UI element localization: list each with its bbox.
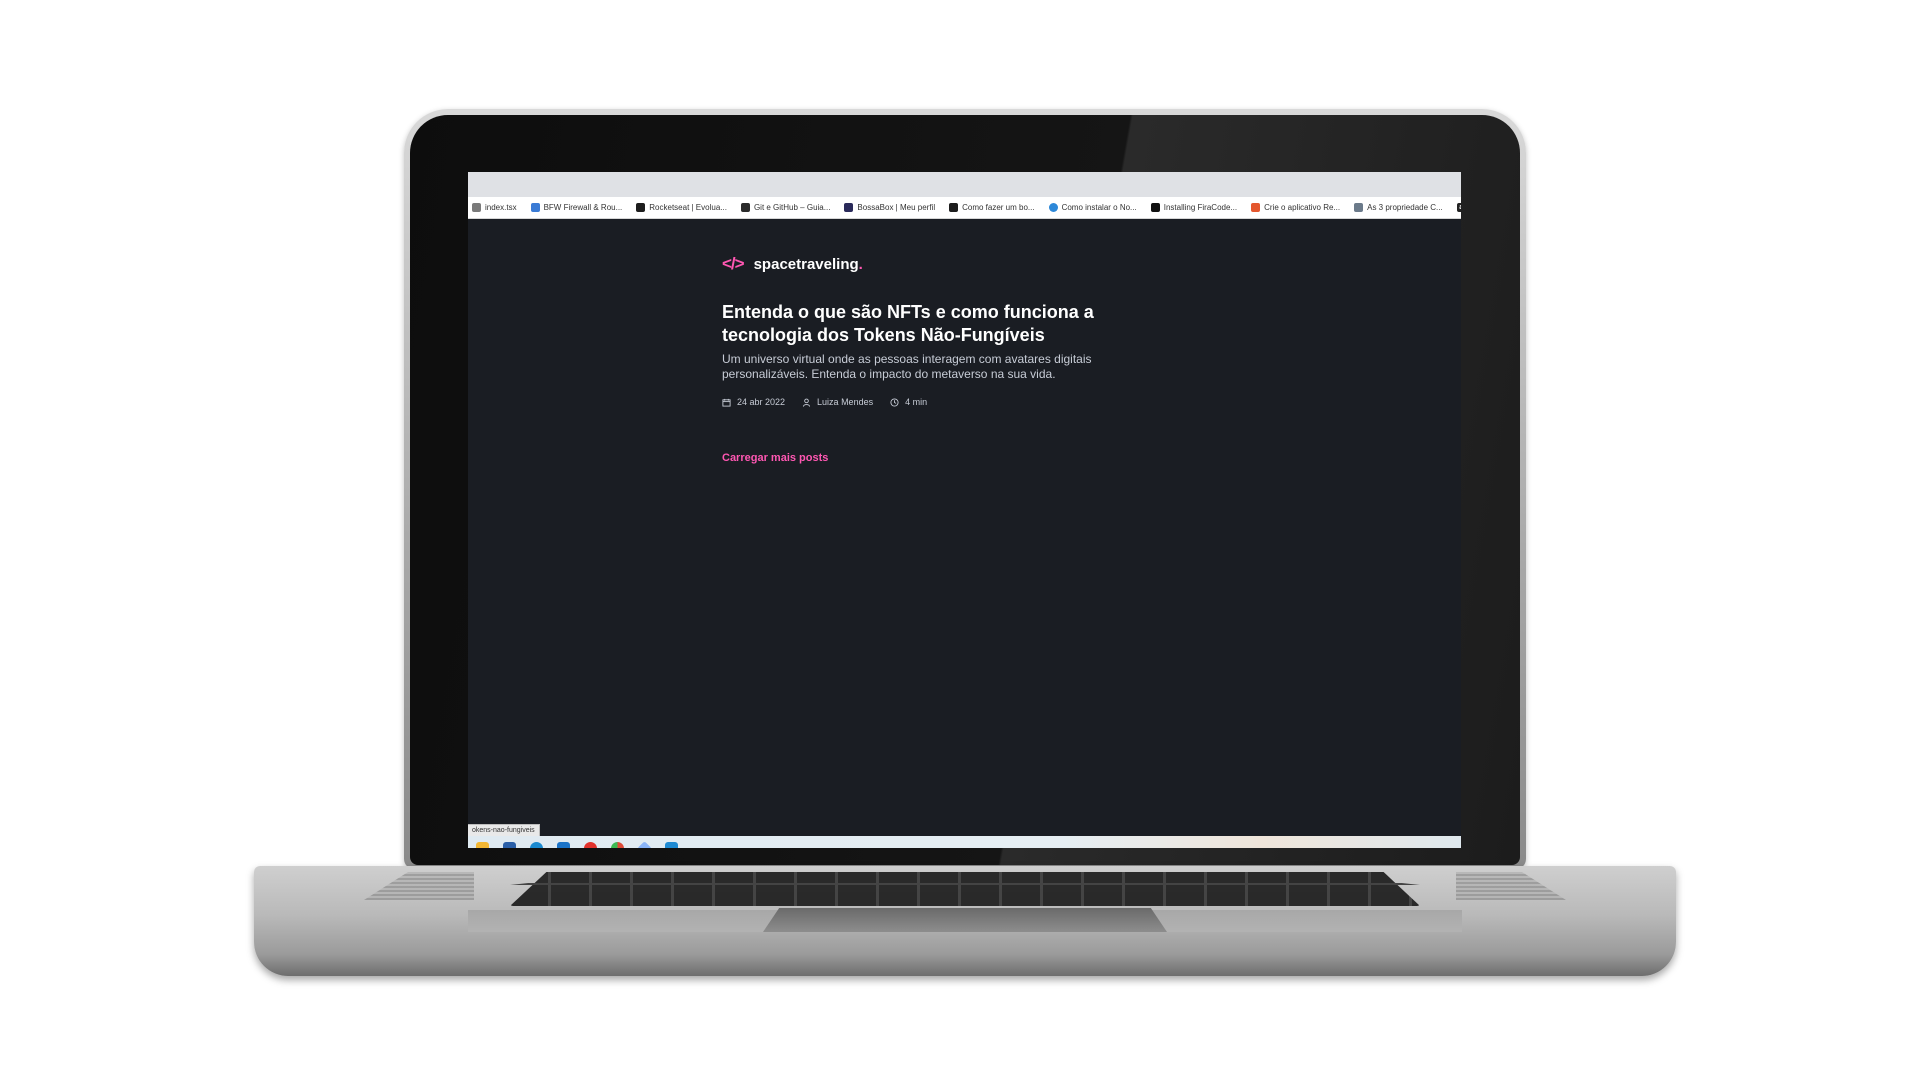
bookmarks-bar: index.tsx BFW Firewall & Rou... Rocketse… — [468, 197, 1461, 219]
chrome-icon[interactable] — [611, 841, 624, 848]
clock-icon — [890, 397, 899, 407]
bird-icon — [530, 203, 540, 212]
browser-title-bar — [468, 172, 1461, 197]
bookmark-overflow-icon: a — [1456, 203, 1461, 212]
keyboard — [510, 872, 1420, 906]
laptop-base — [254, 866, 1676, 976]
code-icon — [740, 203, 750, 212]
laptop-screen: index.tsx BFW Firewall & Rou... Rocketse… — [468, 172, 1461, 848]
git-app-icon[interactable] — [637, 840, 652, 848]
logo-dot: . — [858, 255, 863, 273]
post-card[interactable]: Entenda o que são NFTs e como funciona a… — [722, 301, 1142, 407]
bookmark-label: Crie o aplicativo Re... — [1264, 203, 1341, 212]
post-title[interactable]: Entenda o que são NFTs e como funciona a… — [722, 301, 1142, 347]
bookmark-overflow[interactable]: a — [1456, 203, 1461, 212]
bookmark-item[interactable]: Git e GitHub – Guia... — [740, 203, 831, 212]
bookmark-item[interactable]: BFW Firewall & Rou... — [530, 203, 623, 212]
bookmark-item[interactable]: Como instalar o No... — [1048, 203, 1137, 212]
bookmark-item[interactable]: As 3 propriedade C... — [1354, 203, 1443, 212]
trackpad — [763, 908, 1167, 932]
bookmark-item[interactable]: Como fazer um bo... — [949, 203, 1035, 212]
post-date-text: 24 abr 2022 — [737, 397, 786, 407]
load-more-button[interactable]: Carregar mais posts — [722, 452, 828, 464]
rocketseat-icon — [636, 203, 646, 212]
bookmark-item[interactable]: index.tsx — [472, 203, 517, 212]
logo-text: spacetraveling — [753, 255, 859, 273]
orange-c-icon — [1251, 203, 1261, 212]
post-author: Luiza Mendes — [802, 397, 873, 407]
bookmark-item[interactable]: BossaBox | Meu perfil — [844, 203, 935, 212]
bookmark-label: Installing FiraCode... — [1163, 203, 1238, 212]
site-logo[interactable]: </> spacetraveling . — [722, 254, 1142, 274]
post-reading-time-text: 4 min — [905, 397, 928, 407]
post-meta: 24 abr 2022 Luiza Mendes 4 min — [722, 397, 1142, 407]
refresh-icon — [1048, 203, 1058, 212]
vscode-icon[interactable] — [665, 841, 678, 848]
bookmark-label: Git e GitHub – Guia... — [753, 203, 831, 212]
red-app-icon[interactable] — [584, 841, 597, 848]
bookmark-label: Como fazer um bo... — [962, 203, 1035, 212]
bookmark-item[interactable]: Crie o aplicativo Re... — [1251, 203, 1340, 212]
bookmark-label: As 3 propriedade C... — [1367, 203, 1443, 212]
web-page: </> spacetraveling . Entenda o que são N… — [468, 220, 1461, 832]
bossabox-icon — [844, 203, 854, 212]
code-brackets-icon: </> — [722, 254, 745, 273]
bookmark-item[interactable]: Rocketseat | Evolua... — [636, 203, 727, 212]
post-reading-time: 4 min — [890, 397, 927, 407]
user-icon — [802, 398, 811, 407]
taskbar — [468, 836, 1461, 848]
mail-icon[interactable] — [557, 841, 570, 848]
bookmark-label: Rocketseat | Evolua... — [649, 203, 727, 212]
image-icon — [1354, 203, 1364, 212]
bookmark-item[interactable]: Installing FiraCode... — [1150, 203, 1238, 212]
bookmark-label: Como instalar o No... — [1061, 203, 1137, 212]
speaker-grille-right — [1456, 872, 1566, 900]
bookmark-label: index.tsx — [485, 203, 517, 212]
edge-icon[interactable] — [530, 841, 543, 848]
post-author-text: Luiza Mendes — [817, 397, 874, 407]
keyboard-row-divider — [510, 883, 1420, 885]
rocketseat-icon — [949, 203, 959, 212]
store-icon[interactable] — [503, 841, 516, 848]
post-date: 24 abr 2022 — [722, 397, 785, 407]
bookmark-label: BFW Firewall & Rou... — [543, 203, 623, 212]
speaker-grille-left — [364, 872, 474, 900]
file-explorer-icon[interactable] — [476, 841, 489, 848]
dev-icon — [1150, 203, 1160, 212]
post-subtitle: Um universo virtual onde as pessoas inte… — [722, 352, 1092, 381]
calendar-icon — [722, 398, 731, 407]
post-list: </> spacetraveling . Entenda o que são N… — [722, 254, 1142, 466]
file-icon — [472, 203, 481, 212]
bookmark-label: BossaBox | Meu perfil — [857, 203, 936, 212]
